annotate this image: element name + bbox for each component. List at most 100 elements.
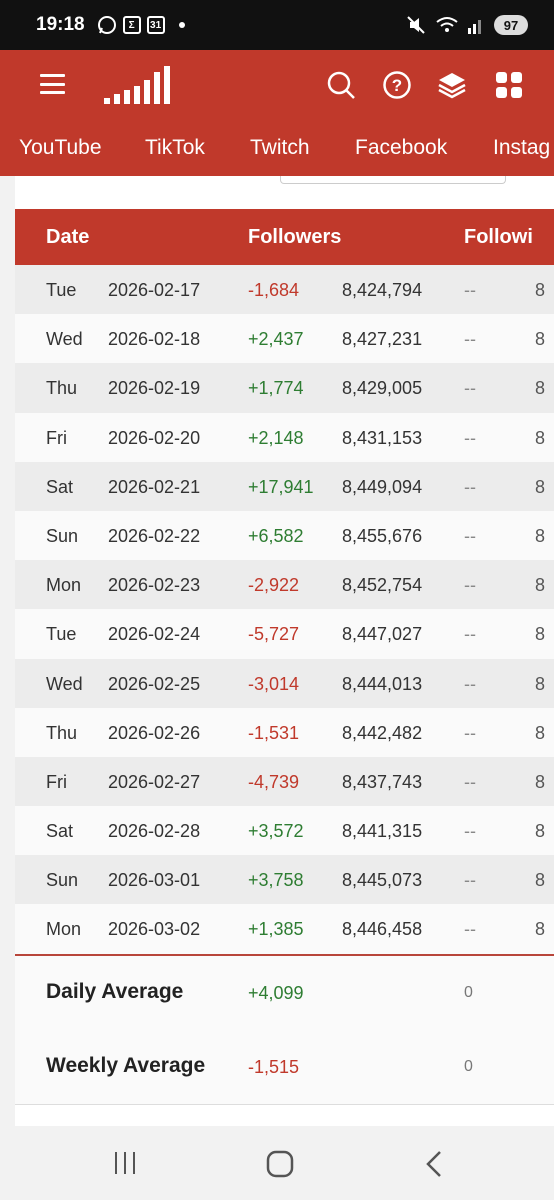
table-row: Thu 2026-02-26 -1,531 8,442,482 -- 8 [15,707,554,757]
help-icon[interactable]: ? [382,70,412,100]
divider [15,1104,554,1105]
table-row: Wed 2026-02-25 -3,014 8,444,013 -- 8 [15,658,554,708]
cell-date: 2026-02-25 [108,673,201,694]
table-row: Tue 2026-02-17 -1,684 8,424,794 -- 8 [15,265,554,315]
wifi-icon [436,17,458,32]
status-bar: 19:18 Σ 31 97 [0,0,554,50]
cell-date: 2026-02-23 [108,575,201,596]
cell-following: -- [464,525,476,546]
cell-day: Wed [46,329,83,350]
cell-following: -- [464,427,476,448]
cell-date: 2026-02-22 [108,525,201,546]
stats-panel: Date Followers Followi Tue 2026-02-17 -1,6… [15,176,554,1126]
dropdown-edge [280,176,506,184]
sigma-app-icon: Σ [122,16,141,34]
calendar-icon: 31 [146,16,165,34]
cell-total: 8,449,094 [342,476,423,497]
cell-clipped: 8 [535,280,546,300]
cell-date: 2026-02-28 [108,821,201,842]
signal-icon [468,20,481,34]
cell-change: -1,684 [248,280,300,300]
notification-dot [178,22,185,28]
cell-following: -- [464,771,476,792]
cell-date: 2026-02-21 [108,476,201,497]
cell-clipped: 8 [535,525,546,546]
svg-text:?: ? [392,76,402,95]
signal-bars-logo[interactable] [104,66,174,104]
tab-youtube[interactable]: YouTube [19,136,102,160]
cell-change: -5,727 [248,624,300,645]
table-row: Mon 2026-02-23 -2,922 8,452,754 -- 8 [15,560,554,610]
mute-icon [407,16,425,34]
cell-clipped: 8 [535,575,546,596]
cell-total: 8,452,754 [342,575,423,596]
cell-following: -- [464,624,476,645]
cell-following: -- [464,673,476,694]
cell-change: +6,582 [248,525,304,546]
header-date: Date [46,226,90,248]
cell-following: -- [464,280,476,300]
cell-clipped: 8 [535,771,546,792]
table-row: Sun 2026-03-01 +3,758 8,445,073 -- 8 [15,855,554,905]
cell-clipped: 8 [535,427,546,448]
cell-total: 8,455,676 [342,525,423,546]
back-icon[interactable] [424,1150,446,1178]
app-header: ? [0,50,554,120]
weekly-average-value: -1,515 [248,1057,300,1077]
cell-following: -- [464,919,476,940]
cell-following: -- [464,575,476,596]
cell-clipped: 8 [535,329,546,350]
cell-day: Sat [46,821,74,842]
cell-total: 8,427,231 [342,329,423,350]
tab-facebook[interactable]: Facebook [355,136,447,160]
cell-day: Tue [46,280,77,300]
weekly-average-following: 0 [464,1058,473,1075]
cell-total: 8,447,027 [342,624,423,645]
cell-day: Sun [46,525,79,546]
cell-day: Fri [46,427,67,448]
cell-date: 2026-03-01 [108,870,201,891]
table-row: Fri 2026-02-27 -4,739 8,437,743 -- 8 [15,756,554,807]
cell-total: 8,431,153 [342,427,423,448]
cell-day: Thu [46,722,78,743]
table-header: Date Followers Followi [15,209,554,265]
status-time: 19:18 [36,14,85,35]
cell-following: -- [464,722,476,743]
cell-date: 2026-02-24 [108,624,201,645]
hamburger-menu-icon[interactable] [40,74,65,94]
system-nav-bar [0,1126,554,1200]
recent-apps-icon[interactable] [112,1150,138,1176]
cell-following: -- [464,378,476,399]
cell-total: 8,424,794 [342,280,423,300]
search-icon[interactable] [326,70,356,100]
tab-twitch[interactable]: Twitch [250,136,310,160]
cell-date: 2026-02-26 [108,722,201,743]
cell-clipped: 8 [535,624,546,645]
cell-total: 8,429,005 [342,378,423,399]
whatsapp-icon [97,16,116,34]
home-icon[interactable] [266,1150,294,1178]
table-row: Fri 2026-02-20 +2,148 8,431,153 -- 8 [15,412,554,462]
tab-tiktok[interactable]: TikTok [145,136,205,160]
table-row: Mon 2026-03-02 +1,385 8,446,458 -- 8 [15,904,554,954]
cell-date: 2026-02-18 [108,329,201,350]
table-row: Sat 2026-02-28 +3,572 8,441,315 -- 8 [15,806,554,856]
cell-day: Sun [46,870,79,891]
cell-day: Fri [46,771,67,792]
cell-clipped: 8 [535,673,546,694]
cell-change: +17,941 [248,476,314,497]
grid-icon[interactable] [494,70,524,100]
cell-day: Mon [46,575,82,596]
cell-change: +3,572 [248,821,304,842]
tab-instagram[interactable]: Instag [493,136,550,160]
cell-change: +3,758 [248,870,304,891]
layers-icon[interactable] [437,70,467,100]
cell-change: +2,148 [248,427,304,448]
daily-average-label: Daily Average [46,980,184,1003]
cell-day: Mon [46,919,82,940]
battery-icon: 97 [494,15,528,35]
cell-total: 8,442,482 [342,722,423,743]
cell-clipped: 8 [535,476,546,497]
cell-change: -3,014 [248,673,300,694]
cell-total: 8,446,458 [342,919,423,940]
